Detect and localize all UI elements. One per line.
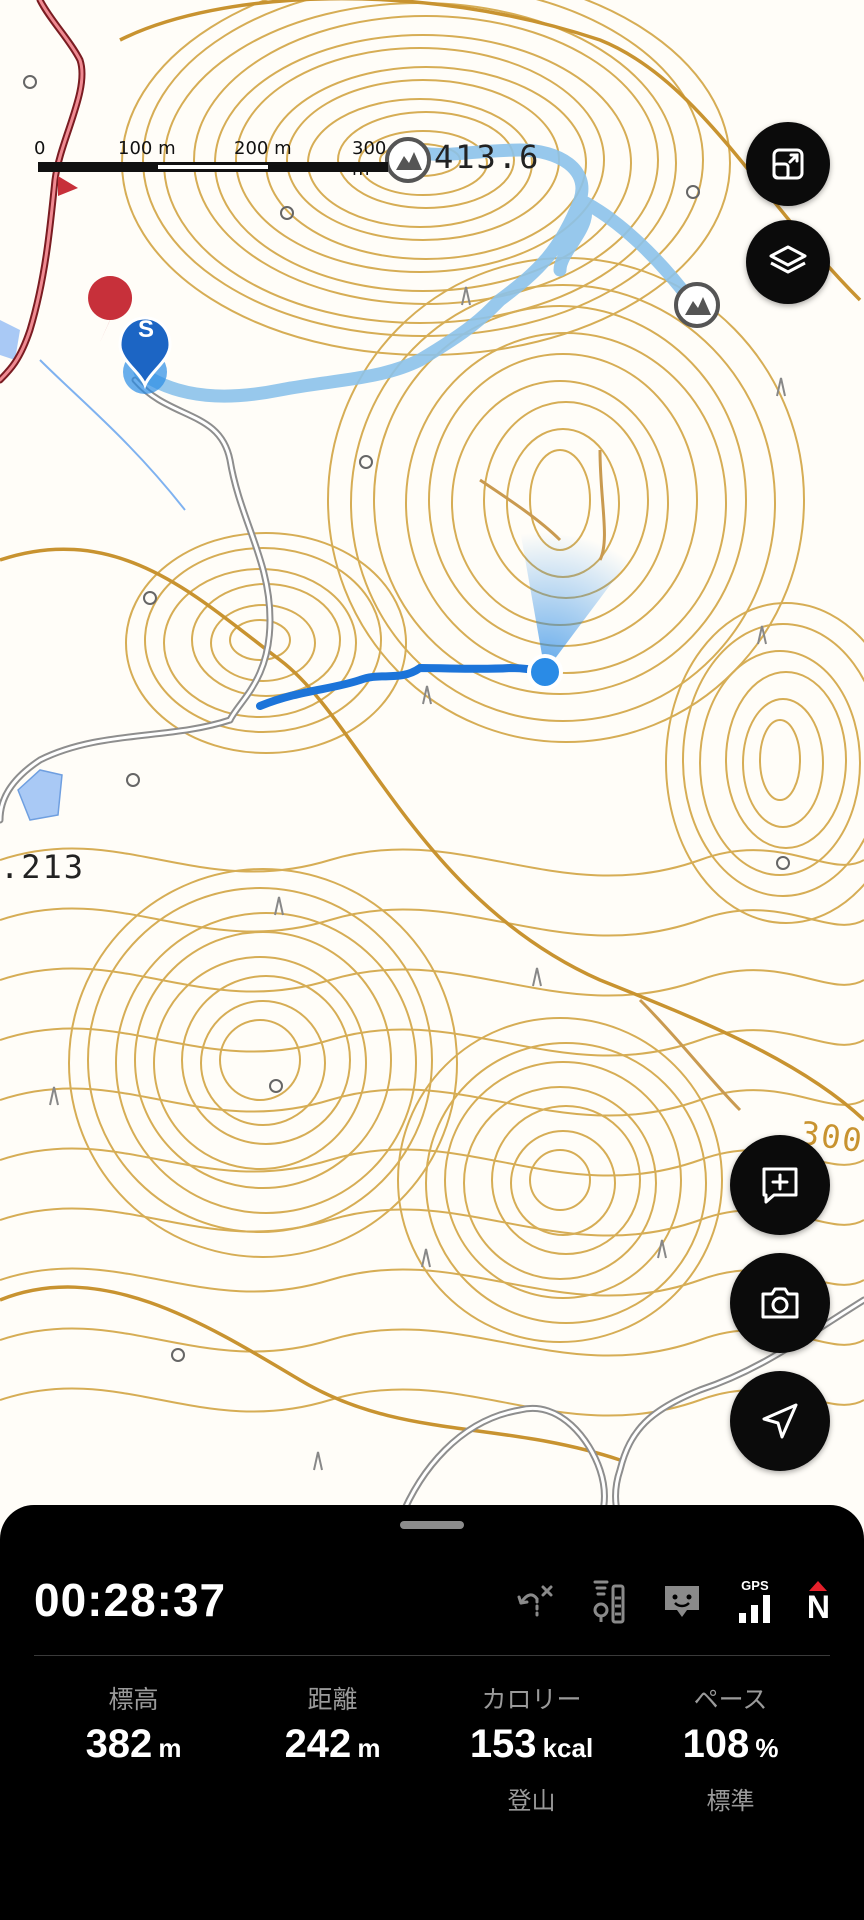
summit-marker: [674, 282, 720, 328]
route-off-icon[interactable]: [515, 1576, 555, 1626]
stat-label: 標高: [108, 1686, 159, 1714]
panel-divider: [34, 1655, 830, 1656]
navigate-button[interactable]: [730, 1371, 830, 1471]
stat-sub: 登山: [507, 1788, 556, 1815]
activity-panel: 00:28:37 GPS N 標高 382 m 距離 242 m カロリー 15…: [0, 1505, 864, 1920]
stat-unit: m: [357, 1733, 381, 1763]
stat-distance: 距離 242 m: [233, 1680, 432, 1816]
expand-map-button[interactable]: [746, 122, 830, 206]
stat-pace: ペース 108% 標準: [631, 1680, 830, 1816]
spot-elevation-label: .213: [0, 848, 86, 886]
stat-sub: 標準: [706, 1788, 755, 1815]
scale-label-300: 300 m: [352, 138, 387, 180]
stat-label: ペース: [693, 1686, 768, 1714]
camera-button[interactable]: [730, 1253, 830, 1353]
scale-bar: 0 100 m 200 m 300 m: [34, 138, 394, 180]
stats-row: 標高 382 m 距離 242 m カロリー 153 kcal 登山 ペース 108%…: [34, 1680, 830, 1816]
compass-north-icon[interactable]: N: [807, 1576, 830, 1626]
scale-bar-line: [38, 162, 388, 172]
stat-value: 108: [682, 1722, 750, 1766]
summit-elevation-label: 413.6: [434, 138, 541, 176]
status-icon-row: GPS N: [515, 1573, 830, 1629]
gps-label: GPS: [741, 1578, 769, 1593]
add-memo-button[interactable]: [730, 1135, 830, 1235]
gps-signal-icon[interactable]: GPS: [737, 1576, 773, 1626]
scale-label-0: 0: [34, 138, 46, 159]
stat-label: カロリー: [481, 1686, 582, 1714]
scale-label-100: 100 m: [118, 138, 176, 159]
panel-drag-handle[interactable]: [400, 1521, 464, 1529]
add-memo-icon: [762, 1167, 798, 1204]
expand-icon: [772, 148, 804, 180]
chat-icon[interactable]: [661, 1576, 703, 1626]
stat-unit: %: [755, 1733, 779, 1763]
camera-icon: [761, 1287, 799, 1319]
compass-label: N: [806, 1589, 830, 1625]
stat-label: 距離: [307, 1686, 358, 1714]
stat-unit: kcal: [542, 1733, 594, 1763]
scale-label-200: 200 m: [234, 138, 292, 159]
stat-value: 153: [469, 1722, 537, 1766]
stat-calories: カロリー 153 kcal 登山: [432, 1680, 631, 1816]
map-layers-button[interactable]: [746, 220, 830, 304]
signal-level-icon[interactable]: [589, 1576, 627, 1626]
layers-icon: [769, 245, 807, 274]
current-position-dot: [527, 654, 563, 690]
navigation-arrow-icon: [762, 1403, 798, 1439]
stat-value: 242: [284, 1722, 352, 1766]
start-marker-label: S: [137, 316, 154, 343]
stat-elevation: 標高 382 m: [34, 1680, 233, 1816]
elapsed-time: 00:28:37: [34, 1574, 227, 1626]
stat-value: 382: [85, 1722, 153, 1766]
stat-unit: m: [158, 1733, 182, 1763]
